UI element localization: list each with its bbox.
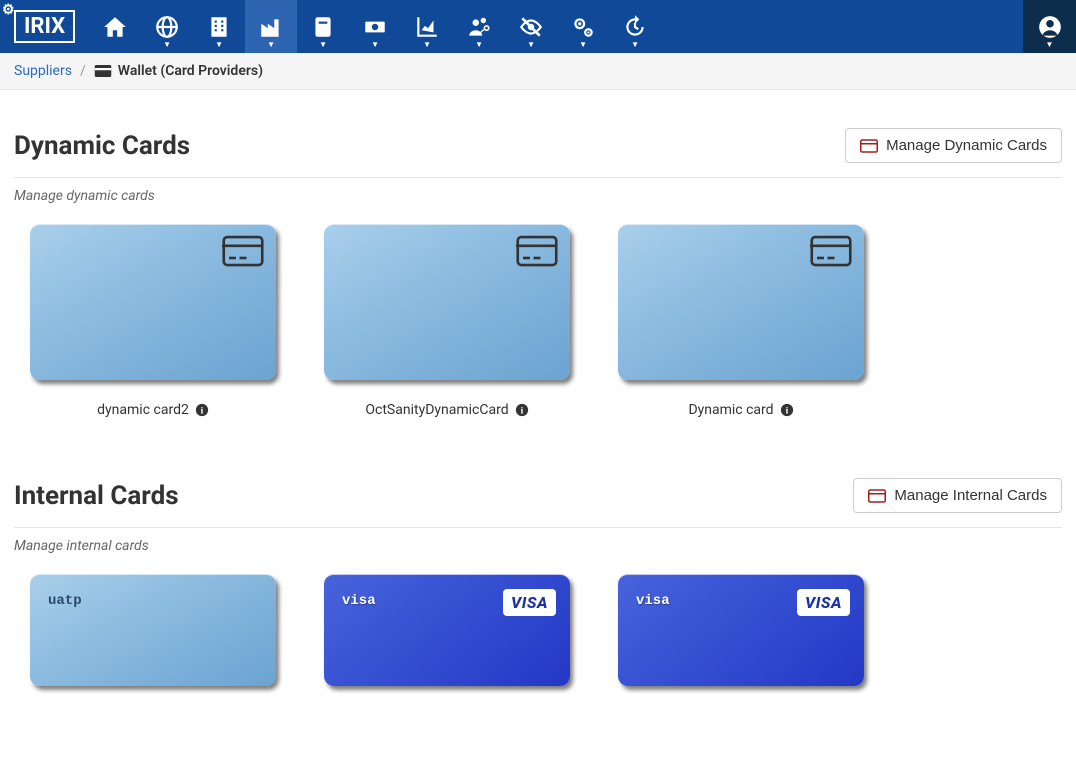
divider: [14, 177, 1062, 178]
user-icon: [1037, 14, 1063, 40]
card-icon: [860, 139, 878, 153]
industry-icon: [258, 14, 284, 40]
credit-card-icon: [222, 235, 264, 271]
internal-card-tile[interactable]: visa VISA: [618, 574, 864, 686]
internal-card: uatp: [30, 574, 276, 686]
nav-home[interactable]: [89, 0, 141, 53]
chevron-down-icon: ▼: [475, 40, 483, 49]
breadcrumb-sep: /: [80, 63, 86, 79]
content: Dynamic Cards Manage Dynamic Cards Manag…: [0, 90, 1076, 696]
internal-card-tile[interactable]: uatp: [30, 574, 276, 686]
internal-cards-grid: uatp visa VISA visa VISA: [14, 574, 1062, 686]
book-icon: [310, 14, 336, 40]
credit-card-icon: [516, 235, 558, 271]
card-brand-text: visa: [636, 593, 670, 609]
nav-building[interactable]: ▼: [193, 0, 245, 53]
info-icon[interactable]: i: [515, 403, 529, 417]
internal-subtitle: Manage internal cards: [14, 538, 1062, 554]
dynamic-card-tile[interactable]: [324, 224, 570, 380]
user-menu[interactable]: ▼: [1023, 0, 1076, 53]
eye-slash-icon: [518, 14, 544, 40]
dynamic-card-label: Dynamic card i: [688, 402, 793, 418]
dynamic-title: Dynamic Cards: [14, 131, 190, 161]
dynamic-section-header: Dynamic Cards Manage Dynamic Cards: [14, 128, 1062, 163]
info-icon[interactable]: i: [195, 403, 209, 417]
money-icon: [362, 14, 388, 40]
history-icon: [622, 14, 648, 40]
dynamic-cards-grid: dynamic card2 i OctSanityDynamicCard i: [14, 224, 1062, 418]
dynamic-card: OctSanityDynamicCard i: [324, 224, 570, 418]
chevron-down-icon: ▼: [1046, 40, 1054, 49]
card-brand-text: visa: [342, 593, 376, 609]
internal-section-header: Internal Cards Manage Internal Cards: [14, 478, 1062, 513]
nav: ▼ ▼ ▼ ▼ ▼ ▼ ▼ ▼: [89, 0, 661, 53]
chevron-down-icon: ▼: [267, 40, 275, 49]
manage-internal-button[interactable]: Manage Internal Cards: [853, 478, 1062, 513]
card-brand-text: uatp: [48, 593, 82, 609]
dynamic-card-tile[interactable]: [618, 224, 864, 380]
chevron-down-icon: ▼: [527, 40, 535, 49]
internal-title: Internal Cards: [14, 481, 179, 511]
users-icon: [466, 14, 492, 40]
credit-card-icon: [810, 235, 852, 271]
home-icon: [102, 14, 128, 40]
breadcrumb-parent[interactable]: Suppliers: [14, 63, 72, 79]
nav-users[interactable]: ▼: [453, 0, 505, 53]
card-icon: [868, 489, 886, 503]
topbar: ⚙ IRIX ▼ ▼ ▼ ▼ ▼ ▼: [0, 0, 1076, 53]
chevron-down-icon: ▼: [319, 40, 327, 49]
logo-text: IRIX: [14, 10, 75, 43]
dynamic-card: Dynamic card i: [618, 224, 864, 418]
svg-text:i: i: [785, 406, 788, 417]
nav-globe[interactable]: ▼: [141, 0, 193, 53]
nav-history[interactable]: ▼: [609, 0, 661, 53]
internal-card: visa VISA: [618, 574, 864, 686]
chart-icon: [414, 14, 440, 40]
svg-text:i: i: [520, 406, 523, 417]
nav-money[interactable]: ▼: [349, 0, 401, 53]
building-icon: [206, 14, 232, 40]
chevron-down-icon: ▼: [423, 40, 431, 49]
dynamic-card: dynamic card2 i: [30, 224, 276, 418]
nav-hidden[interactable]: ▼: [505, 0, 557, 53]
breadcrumb-current: Wallet (Card Providers): [94, 63, 263, 79]
chevron-down-icon: ▼: [371, 40, 379, 49]
internal-card-tile[interactable]: visa VISA: [324, 574, 570, 686]
wallet-icon: [94, 64, 112, 78]
gears-icon: [570, 14, 596, 40]
chevron-down-icon: ▼: [579, 40, 587, 49]
manage-dynamic-button[interactable]: Manage Dynamic Cards: [845, 128, 1062, 163]
chevron-down-icon: ▼: [215, 40, 223, 49]
dynamic-card-label: OctSanityDynamicCard i: [365, 402, 528, 418]
dynamic-card-label: dynamic card2 i: [97, 402, 209, 418]
chevron-down-icon: ▼: [163, 40, 171, 49]
chevron-down-icon: ▼: [631, 40, 639, 49]
nav-chart[interactable]: ▼: [401, 0, 453, 53]
nav-settings[interactable]: ▼: [557, 0, 609, 53]
internal-card: visa VISA: [324, 574, 570, 686]
svg-text:i: i: [200, 406, 203, 417]
nav-industry[interactable]: ▼: [245, 0, 297, 53]
manage-internal-label: Manage Internal Cards: [894, 487, 1047, 504]
visa-badge: VISA: [797, 589, 850, 616]
gear-icon: ⚙: [2, 2, 15, 18]
info-icon[interactable]: i: [780, 403, 794, 417]
visa-badge: VISA: [503, 589, 556, 616]
divider: [14, 527, 1062, 528]
nav-book[interactable]: ▼: [297, 0, 349, 53]
logo[interactable]: ⚙ IRIX: [0, 0, 89, 53]
dynamic-card-tile[interactable]: [30, 224, 276, 380]
manage-dynamic-label: Manage Dynamic Cards: [886, 137, 1047, 154]
breadcrumb-current-text: Wallet (Card Providers): [118, 63, 263, 79]
globe-icon: [154, 14, 180, 40]
breadcrumb: Suppliers / Wallet (Card Providers): [0, 53, 1076, 90]
dynamic-subtitle: Manage dynamic cards: [14, 188, 1062, 204]
